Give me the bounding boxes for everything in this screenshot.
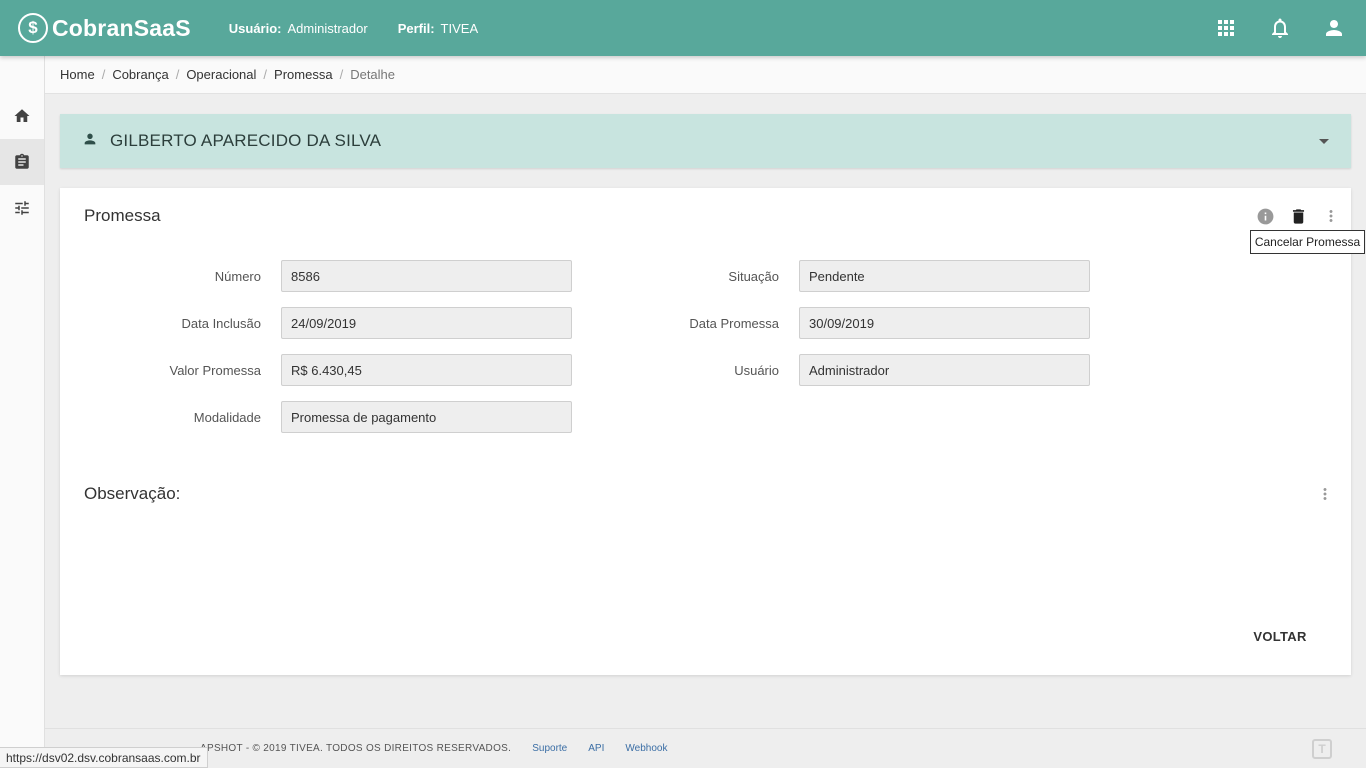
field-situacao: Situação: [578, 260, 1090, 292]
breadcrumb-separator: /: [175, 67, 180, 82]
field-usuario: Usuário: [578, 354, 1090, 386]
field-modalidade: Modalidade: [60, 401, 572, 433]
sidebar: [0, 56, 45, 768]
field-label: Modalidade: [193, 409, 261, 425]
caret-down-icon[interactable]: [1319, 138, 1329, 144]
breadcrumb-promessa[interactable]: Promessa: [274, 67, 333, 82]
more-vert-icon: [1323, 488, 1327, 500]
card-toolbar: [1253, 205, 1343, 227]
notifications-button[interactable]: [1268, 16, 1292, 40]
breadcrumb: Home / Cobrança / Operacional / Promessa…: [45, 56, 1366, 94]
top-app-bar: $ CobranSaaS Usuário: Administrador Perf…: [0, 0, 1366, 56]
footer-link-api[interactable]: API: [588, 743, 604, 754]
breadcrumb-separator: /: [263, 67, 268, 82]
profile-info: Perfil: TIVEA: [398, 21, 478, 36]
usuario-input[interactable]: [799, 354, 1090, 386]
field-label: Usuário: [734, 362, 779, 378]
footer-link-webhook[interactable]: Webhook: [625, 743, 667, 754]
card-title: Promessa: [84, 206, 161, 225]
field-valor-promessa: Valor Promessa: [60, 354, 572, 386]
session-info: Usuário: Administrador Perfil: TIVEA: [229, 21, 508, 36]
copyright-text: APSHOT - © 2019 TIVEA. TODOS OS DIREITOS…: [200, 743, 512, 754]
account-icon: [1326, 20, 1342, 36]
logo-text: CobranSaaS: [52, 14, 191, 41]
data-promessa-input[interactable]: [799, 307, 1090, 339]
apps-icon: [1218, 20, 1234, 36]
header-actions: [1184, 16, 1346, 40]
sidebar-item-configuracoes[interactable]: [0, 185, 44, 231]
account-button[interactable]: [1322, 16, 1346, 40]
sidebar-item-cobranca[interactable]: [0, 139, 44, 185]
person-icon: [82, 131, 98, 152]
apps-button[interactable]: [1214, 16, 1238, 40]
footer: APSHOT - © 2019 TIVEA. TODOS OS DIREITOS…: [45, 728, 1366, 768]
field-label: Valor Promessa: [169, 362, 261, 378]
cancel-promessa-tooltip: Cancelar Promessa: [1250, 230, 1365, 254]
logo-coin-icon: $: [18, 13, 48, 43]
user-value: Administrador: [287, 20, 368, 36]
modalidade-input[interactable]: [281, 401, 572, 433]
profile-value: TIVEA: [440, 20, 479, 36]
field-label: Data Promessa: [689, 315, 779, 331]
field-label: Data Inclusão: [181, 315, 262, 331]
valor-promessa-input[interactable]: [281, 354, 572, 386]
info-icon: [1257, 208, 1273, 224]
sliders-icon: [15, 201, 29, 215]
app-logo[interactable]: $ CobranSaaS: [18, 13, 191, 43]
breadcrumb-separator: /: [101, 67, 106, 82]
home-icon: [14, 109, 30, 122]
more-vert-icon: [1329, 210, 1333, 222]
field-data-promessa: Data Promessa: [578, 307, 1090, 339]
observacao-title: Observação:: [84, 484, 181, 503]
field-label: Número: [214, 268, 261, 284]
client-name: GILBERTO APARECIDO DA SILVA: [110, 131, 382, 150]
promessa-card: Promessa Número Data Inclusão Valor Prom…: [60, 188, 1351, 675]
user-info: Usuário: Administrador: [229, 21, 368, 36]
browser-status-url: https://dsv02.dsv.cobransaas.com.br: [0, 747, 208, 768]
situacao-input[interactable]: [799, 260, 1090, 292]
profile-label: Perfil:: [397, 20, 435, 36]
footer-link-suporte[interactable]: Suporte: [532, 743, 567, 754]
info-button[interactable]: [1253, 205, 1277, 227]
data-inclusao-input[interactable]: [281, 307, 572, 339]
bell-icon: [1272, 18, 1288, 38]
more-options-button[interactable]: [1319, 205, 1343, 227]
breadcrumb-operacional[interactable]: Operacional: [186, 67, 256, 82]
user-label: Usuário:: [228, 20, 282, 36]
field-data-inclusao: Data Inclusão: [60, 307, 572, 339]
tivea-logo-icon: T: [1312, 738, 1332, 759]
breadcrumb-home[interactable]: Home: [60, 67, 95, 82]
back-button[interactable]: VOLTAR: [1238, 623, 1322, 649]
numero-input[interactable]: [281, 260, 572, 292]
trash-icon: [1292, 208, 1304, 224]
breadcrumb-cobranca[interactable]: Cobrança: [112, 67, 168, 82]
breadcrumb-separator: /: [339, 67, 344, 82]
field-numero: Número: [60, 260, 572, 292]
sidebar-item-home[interactable]: [0, 93, 44, 139]
cancel-promessa-button[interactable]: [1286, 205, 1310, 227]
breadcrumb-detalhe: Detalhe: [350, 67, 396, 82]
client-panel-header[interactable]: GILBERTO APARECIDO DA SILVA: [60, 114, 1351, 168]
field-label: Situação: [728, 268, 779, 284]
observacao-more-button[interactable]: [1313, 484, 1337, 504]
clipboard-icon: [15, 153, 29, 169]
